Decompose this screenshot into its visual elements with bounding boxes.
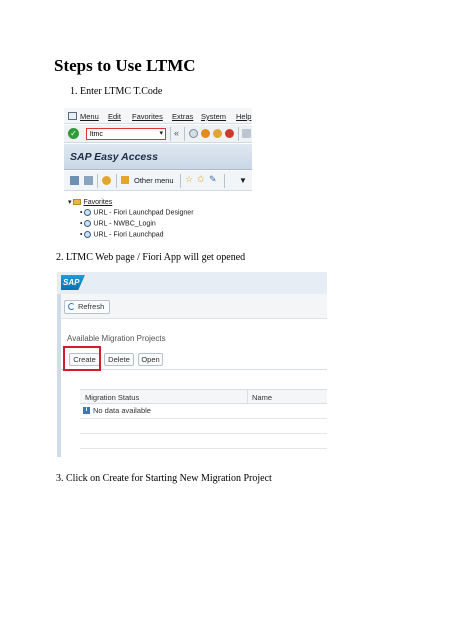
menu-item-favorites[interactable]: Favorites: [132, 112, 163, 121]
page-toolbar: Refresh: [61, 294, 327, 319]
chevron-down-icon[interactable]: ▾: [159, 129, 163, 137]
toolbar-separator: [184, 127, 185, 141]
shell-bar: SAP: [57, 272, 327, 294]
toolbar-separator: [238, 127, 239, 141]
step-1-text: 1. Enter LTMC T.Code: [70, 86, 163, 97]
table-row: [80, 419, 327, 434]
step-2-text: 2. LTMC Web page / Fiori App will get op…: [56, 252, 246, 263]
tcode-input[interactable]: [87, 129, 153, 139]
table-header: Migration Status Name: [80, 389, 327, 404]
menu-bar: Menu Edit Favorites Extras System Help: [64, 108, 252, 124]
back-icon[interactable]: [201, 129, 210, 138]
save-icon[interactable]: [189, 129, 198, 138]
menu-item-help[interactable]: Help: [236, 112, 251, 121]
application-toolbar: Other menu ☆ ✩ ✎ ▼: [64, 171, 252, 191]
business-workplace-icon[interactable]: [102, 176, 111, 185]
sap-gui-screenshot: Menu Edit Favorites Extras System Help ✓…: [64, 108, 252, 242]
refresh-button[interactable]: Refresh: [64, 300, 111, 314]
projects-table: Migration Status Name i No data availabl…: [80, 389, 327, 457]
toolbar-separator: [116, 174, 117, 188]
menu-item-extras[interactable]: Extras: [172, 112, 193, 121]
toolbar-separator: [97, 174, 98, 188]
print-icon[interactable]: [242, 129, 251, 138]
menu-icon[interactable]: [68, 112, 77, 120]
list-item[interactable]: • URL - NWBC_Login: [80, 220, 156, 227]
folder-icon: [73, 199, 82, 206]
toolbar-separator: [224, 174, 225, 188]
open-button[interactable]: Open: [138, 353, 163, 366]
step-3-text: 3. Click on Create for Starting New Migr…: [56, 473, 272, 484]
collapse-icon[interactable]: ▾: [68, 199, 72, 206]
sap-menu-icon[interactable]: [84, 176, 93, 185]
favorites-label: Favorites: [83, 199, 113, 206]
back-double-icon[interactable]: «: [174, 128, 179, 138]
favorite-item-label: URL - Fiori Launchpad Designer: [93, 209, 194, 217]
tcode-field[interactable]: ▾: [86, 128, 166, 140]
refresh-icon: [68, 303, 75, 310]
toolbar-separator: [180, 174, 181, 188]
column-separator: [247, 390, 248, 404]
change-favorite-icon[interactable]: ✩: [197, 174, 205, 185]
section-title: Available Migration Projects: [67, 334, 166, 343]
table-row: [80, 434, 327, 449]
toolbar-separator: [170, 127, 171, 141]
column-name[interactable]: Name: [252, 393, 272, 402]
favorite-item-label: URL - Fiori Launchpad: [93, 231, 164, 239]
url-icon: [84, 209, 92, 216]
favorite-item-label: URL - NWBC_Login: [93, 220, 156, 228]
other-menu-button[interactable]: Other menu: [134, 176, 174, 185]
document-title: Steps to Use LTMC: [54, 56, 196, 75]
column-migration-status[interactable]: Migration Status: [85, 393, 139, 402]
check-icon[interactable]: ✓: [68, 128, 79, 139]
user-menu-icon[interactable]: [70, 176, 79, 185]
url-icon: [84, 220, 92, 227]
favorites-tree: ▾ Favorites • URL - Fiori Launchpad Desi…: [64, 192, 252, 242]
menu-item-edit[interactable]: Edit: [108, 112, 121, 121]
dropdown-icon[interactable]: ▼: [239, 176, 247, 185]
edit-icon[interactable]: ✎: [209, 174, 217, 185]
list-item[interactable]: • URL - Fiori Launchpad: [80, 231, 164, 238]
info-icon: i: [83, 407, 90, 414]
delete-button[interactable]: Delete: [104, 353, 134, 366]
exit-icon[interactable]: [213, 129, 222, 138]
other-menu-icon[interactable]: [121, 176, 129, 184]
page-title: SAP Easy Access: [70, 151, 158, 163]
add-favorite-icon[interactable]: ☆: [185, 174, 193, 185]
table-row: i No data available: [80, 404, 327, 419]
fiori-ltmc-screenshot: SAP Refresh Available Migration Projects…: [57, 272, 327, 457]
create-highlight-box: [63, 346, 101, 371]
refresh-label: Refresh: [78, 302, 105, 311]
menu-item-system[interactable]: System: [201, 112, 226, 121]
cancel-icon[interactable]: [225, 129, 234, 138]
menu-item-menu[interactable]: Menu: [80, 112, 99, 121]
sap-logo[interactable]: SAP: [61, 275, 85, 290]
url-icon: [84, 231, 92, 238]
list-item[interactable]: • URL - Fiori Launchpad Designer: [80, 209, 194, 216]
easy-access-header: SAP Easy Access: [64, 144, 252, 170]
no-data-text: No data available: [93, 406, 151, 415]
favorites-folder[interactable]: ▾ Favorites: [68, 198, 112, 206]
system-toolbar: ✓ ▾ «: [64, 125, 252, 143]
